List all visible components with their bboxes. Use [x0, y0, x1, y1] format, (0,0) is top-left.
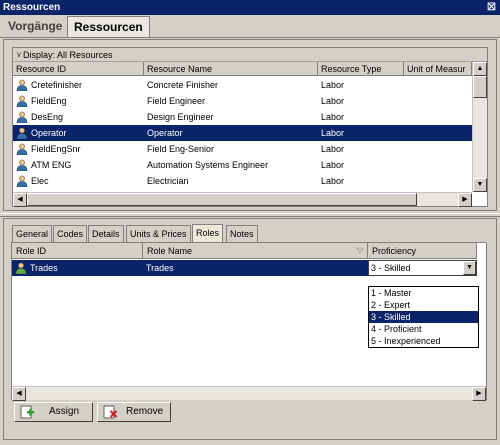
role-id-cell: Trades [30, 263, 58, 273]
proficiency-dropdown-list[interactable]: 1 - Master 2 - Expert 3 - Skilled 4 - Pr… [368, 286, 479, 348]
table-row[interactable]: Operator Operator Labor [13, 125, 472, 141]
tab-units-prices[interactable]: Units & Prices [126, 225, 191, 242]
display-filter-bar[interactable]: ∨ Display: All Resources [13, 48, 487, 62]
remove-label: Remove [126, 406, 164, 417]
person-icon [16, 111, 28, 124]
person-icon [16, 127, 28, 140]
column-header-role-id[interactable]: Role ID [12, 243, 143, 259]
window-title-bar: Ressourcen ☒ [0, 0, 500, 15]
filter-icon[interactable]: ▽ [357, 243, 363, 258]
close-icon[interactable]: ☒ [487, 0, 496, 15]
table-row[interactable]: Cretefinisher Concrete Finisher Labor [13, 77, 472, 93]
person-icon [16, 175, 28, 188]
resource-id-cell: DesEng [31, 112, 64, 122]
roles-grid: Role ID Role Name ▽ Proficiency Trades T… [11, 242, 487, 401]
scroll-thumb[interactable] [473, 76, 487, 98]
tab-roles[interactable]: Roles [192, 224, 224, 242]
roles-horizontal-scrollbar[interactable]: ◀ ▶ [12, 386, 486, 401]
person-icon [16, 79, 28, 92]
scroll-down-icon[interactable]: ▼ [473, 178, 487, 192]
proficiency-option-expert[interactable]: 2 - Expert [369, 299, 478, 311]
resource-name-cell: Field Eng-Senior [147, 144, 215, 154]
tab-ressourcen[interactable]: Ressourcen [67, 16, 150, 37]
resource-name-cell: Field Engineer [147, 96, 206, 106]
resource-name-cell: Operator [147, 128, 183, 138]
chevron-down-icon[interactable]: ▼ [463, 261, 476, 275]
tab-notes[interactable]: Notes [226, 225, 258, 242]
assign-button[interactable]: Assign [14, 402, 93, 422]
window-title: Ressourcen [3, 2, 61, 13]
scroll-right-icon[interactable]: ▶ [458, 193, 472, 207]
resource-type-cell: Labor [321, 160, 345, 170]
proficiency-select[interactable]: 3 - Skilled ▼ [368, 260, 477, 276]
column-header-proficiency[interactable]: Proficiency [368, 243, 477, 259]
person-icon [16, 95, 28, 108]
top-tab-bar: Vorgänge Ressourcen [0, 15, 500, 38]
proficiency-option-master[interactable]: 1 - Master [369, 287, 478, 299]
tab-codes[interactable]: Codes [53, 225, 88, 242]
resource-id-cell: ATM ENG [31, 160, 72, 170]
proficiency-option-skilled[interactable]: 3 - Skilled [369, 311, 478, 323]
column-header-resource-name[interactable]: Resource Name [144, 62, 318, 76]
resource-name-cell: Design Engineer [147, 112, 214, 122]
proficiency-value: 3 - Skilled [371, 263, 411, 273]
resource-name-cell: Automation Systems Engineer [147, 160, 269, 170]
column-header-unit-of-measure[interactable]: Unit of Measur [404, 62, 472, 76]
table-row[interactable]: Trades Trades [12, 260, 368, 276]
resource-name-cell: Concrete Finisher [147, 80, 219, 90]
resource-id-cell: Elec [31, 176, 49, 186]
scroll-up-icon[interactable]: ▲ [473, 62, 487, 76]
resource-type-cell: Labor [321, 176, 345, 186]
assign-label: Assign [49, 406, 80, 417]
resource-type-cell: Labor [321, 128, 345, 138]
person-icon [16, 143, 28, 156]
resource-type-cell: Labor [321, 112, 345, 122]
proficiency-option-proficient[interactable]: 4 - Proficient [369, 323, 478, 335]
resource-id-cell: FieldEngSnr [31, 144, 81, 154]
display-chevron-icon[interactable]: ∨ [16, 48, 22, 62]
scroll-left-icon[interactable]: ◀ [12, 387, 26, 401]
scroll-left-icon[interactable]: ◀ [13, 193, 27, 207]
assign-icon [20, 405, 35, 419]
panel-splitter[interactable] [0, 213, 500, 217]
display-label: Display: All Resources [23, 50, 113, 60]
column-header-resource-id[interactable]: Resource ID [13, 62, 144, 76]
tab-general[interactable]: General [12, 225, 53, 242]
proficiency-option-inexperienced[interactable]: 5 - Inexperienced [369, 335, 478, 347]
role-name-cell: Trades [146, 263, 174, 273]
tab-vorgaenge[interactable]: Vorgänge [2, 16, 68, 37]
column-header-role-name[interactable]: Role Name ▽ [143, 243, 368, 259]
resources-horizontal-scrollbar[interactable]: ◀ ▶ [13, 192, 472, 207]
resource-type-cell: Labor [321, 80, 345, 90]
h-scroll-thumb[interactable] [27, 193, 417, 206]
remove-icon [103, 405, 118, 419]
resources-grid: ∨ Display: All Resources Resource ID Res… [12, 47, 488, 207]
tab-details[interactable]: Details [88, 225, 124, 242]
table-row[interactable]: Elec Electrician Labor [13, 173, 472, 189]
table-row[interactable]: FieldEngSnr Field Eng-Senior Labor [13, 141, 472, 157]
resource-id-cell: Operator [31, 128, 67, 138]
role-icon [15, 262, 27, 275]
resource-id-cell: FieldEng [31, 96, 67, 106]
resources-vertical-scrollbar[interactable]: ▲ ▼ [472, 62, 487, 192]
resource-name-cell: Electrician [147, 176, 189, 186]
resource-type-cell: Labor [321, 96, 345, 106]
table-row[interactable]: DesEng Design Engineer Labor [13, 109, 472, 125]
details-panel: General Codes Details Units & Prices Rol… [3, 218, 497, 440]
role-name-header-label: Role Name [147, 246, 193, 256]
person-icon [16, 159, 28, 172]
resource-type-cell: Labor [321, 144, 345, 154]
scroll-right-icon[interactable]: ▶ [472, 387, 486, 401]
table-row[interactable]: FieldEng Field Engineer Labor [13, 93, 472, 109]
column-header-resource-type[interactable]: Resource Type [318, 62, 404, 76]
table-row[interactable]: ATM ENG Automation Systems Engineer Labor [13, 157, 472, 173]
resource-id-cell: Cretefinisher [31, 80, 83, 90]
resources-panel: ∨ Display: All Resources Resource ID Res… [3, 39, 497, 211]
remove-button[interactable]: Remove [97, 402, 171, 422]
